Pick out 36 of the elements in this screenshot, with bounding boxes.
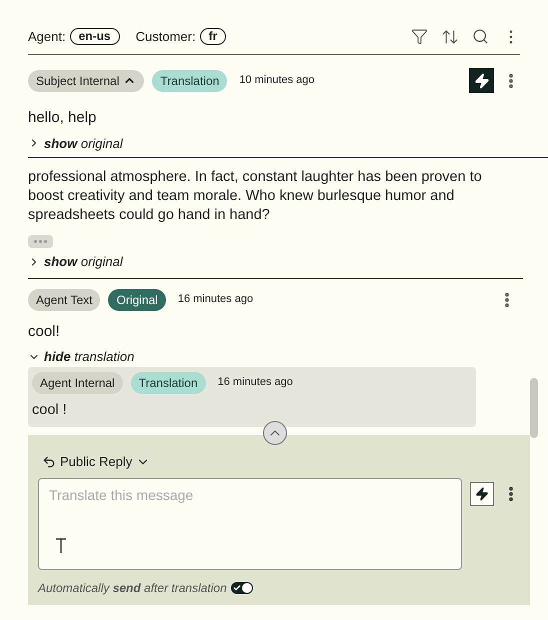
- message-time: 10 minutes ago: [239, 73, 315, 88]
- language-badge: fr: [200, 28, 226, 45]
- message-tag[interactable]: Subject Internal: [28, 70, 144, 92]
- sort-icon[interactable]: [441, 28, 459, 46]
- reply-icon: [42, 454, 56, 469]
- auto-send-label: Automatically send after translation: [38, 580, 227, 596]
- translation-toggle[interactable]: show original: [28, 252, 123, 272]
- message-tag: Translation: [152, 70, 228, 92]
- search-icon[interactable]: [472, 28, 489, 45]
- filter-icon[interactable]: [411, 28, 428, 45]
- expand-ellipsis-icon[interactable]: [28, 235, 53, 248]
- text-cursor-icon: [55, 538, 67, 554]
- collapse-button[interactable]: [263, 421, 287, 445]
- reply-mode-dropdown[interactable]: Public Reply: [42, 452, 150, 472]
- message-tag: Translation: [130, 372, 206, 394]
- customer-label: Customer:: [136, 28, 196, 46]
- auto-translate-icon[interactable]: [469, 68, 494, 93]
- message-input[interactable]: Translate this message: [38, 478, 462, 570]
- lightning-icon: [475, 486, 489, 500]
- message-time: 16 minutes ago: [178, 292, 254, 308]
- translation-toggle[interactable]: hide translation: [28, 347, 134, 366]
- translation-toggle[interactable]: show original: [28, 134, 123, 153]
- auto-send-switch[interactable]: [230, 582, 253, 594]
- scrollbar[interactable]: [530, 378, 538, 438]
- auto-translate-button[interactable]: [470, 482, 494, 506]
- message-body: hello, help: [28, 108, 98, 128]
- message-tag: Agent Text: [28, 288, 100, 310]
- message-tag: Agent Internal: [32, 372, 123, 394]
- check-icon: [232, 584, 241, 592]
- message-time: 16 minutes ago: [218, 375, 293, 390]
- agent-label: Agent:: [28, 28, 66, 46]
- language-badge: en-us: [70, 28, 120, 45]
- message-body: cool!: [28, 322, 61, 342]
- message-body: cool !: [32, 400, 68, 420]
- message-body: professional atmosphere. In fact, constant laughter has been proven to boost creativity and team morale. Who knew burlesque humor and spreadsheets could go hand in hand?: [28, 168, 483, 225]
- message-tag: Original: [108, 288, 166, 310]
